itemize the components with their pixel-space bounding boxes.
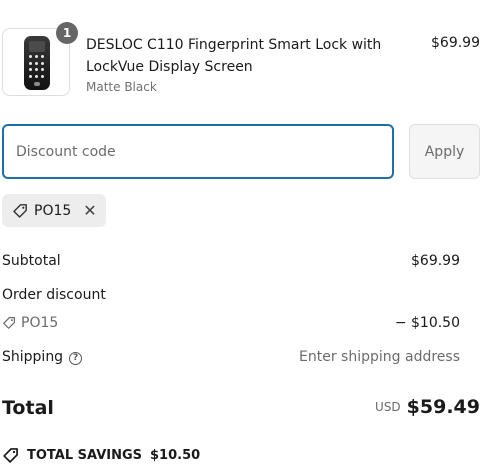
discount-code-label: PO15	[21, 315, 59, 331]
tag-icon	[3, 448, 18, 463]
currency-code: USD	[375, 400, 401, 414]
total-amount-group: USD $59.49	[375, 396, 480, 418]
discount-code-input[interactable]	[2, 124, 394, 179]
subtotal-row: Subtotal $69.99	[2, 253, 480, 269]
subtotal-value: $69.99	[411, 253, 460, 269]
total-savings: TOTAL SAVINGS $10.50	[2, 447, 200, 464]
order-discount-row: Order discount	[2, 287, 480, 303]
order-discount-label: Order discount	[2, 287, 106, 303]
smart-lock-image	[24, 36, 50, 90]
apply-button[interactable]: Apply	[409, 124, 480, 179]
cart-line-item: 1 DESLOC C110 Fingerprint Smart Lock wit…	[0, 0, 500, 110]
tag-icon	[13, 203, 27, 218]
total-label: Total	[2, 397, 54, 419]
quantity-badge: 1	[56, 22, 78, 44]
applied-discount-chip: PO15 ✕	[2, 194, 106, 227]
product-title: DESLOC C110 Fingerprint Smart Lock with …	[86, 37, 382, 75]
shipping-value: Enter shipping address	[299, 349, 460, 365]
shipping-row: Shipping? Enter shipping address	[2, 349, 480, 365]
subtotal-label: Subtotal	[2, 253, 61, 269]
total-amount: $59.49	[406, 396, 480, 418]
shipping-label: Shipping	[2, 349, 64, 365]
applied-code-label: PO15	[34, 202, 72, 219]
product-variant: Matte Black	[86, 80, 157, 94]
question-circle-icon[interactable]: ?	[69, 352, 83, 365]
discount-code-row: PO15 − $10.50	[2, 315, 480, 334]
tag-icon	[3, 316, 16, 329]
product-price: $69.99	[431, 35, 480, 51]
remove-discount-icon[interactable]: ✕	[83, 202, 96, 219]
savings-value: $10.50	[150, 448, 201, 463]
discount-value: − $10.50	[394, 315, 460, 331]
savings-label: TOTAL SAVINGS	[27, 448, 143, 463]
